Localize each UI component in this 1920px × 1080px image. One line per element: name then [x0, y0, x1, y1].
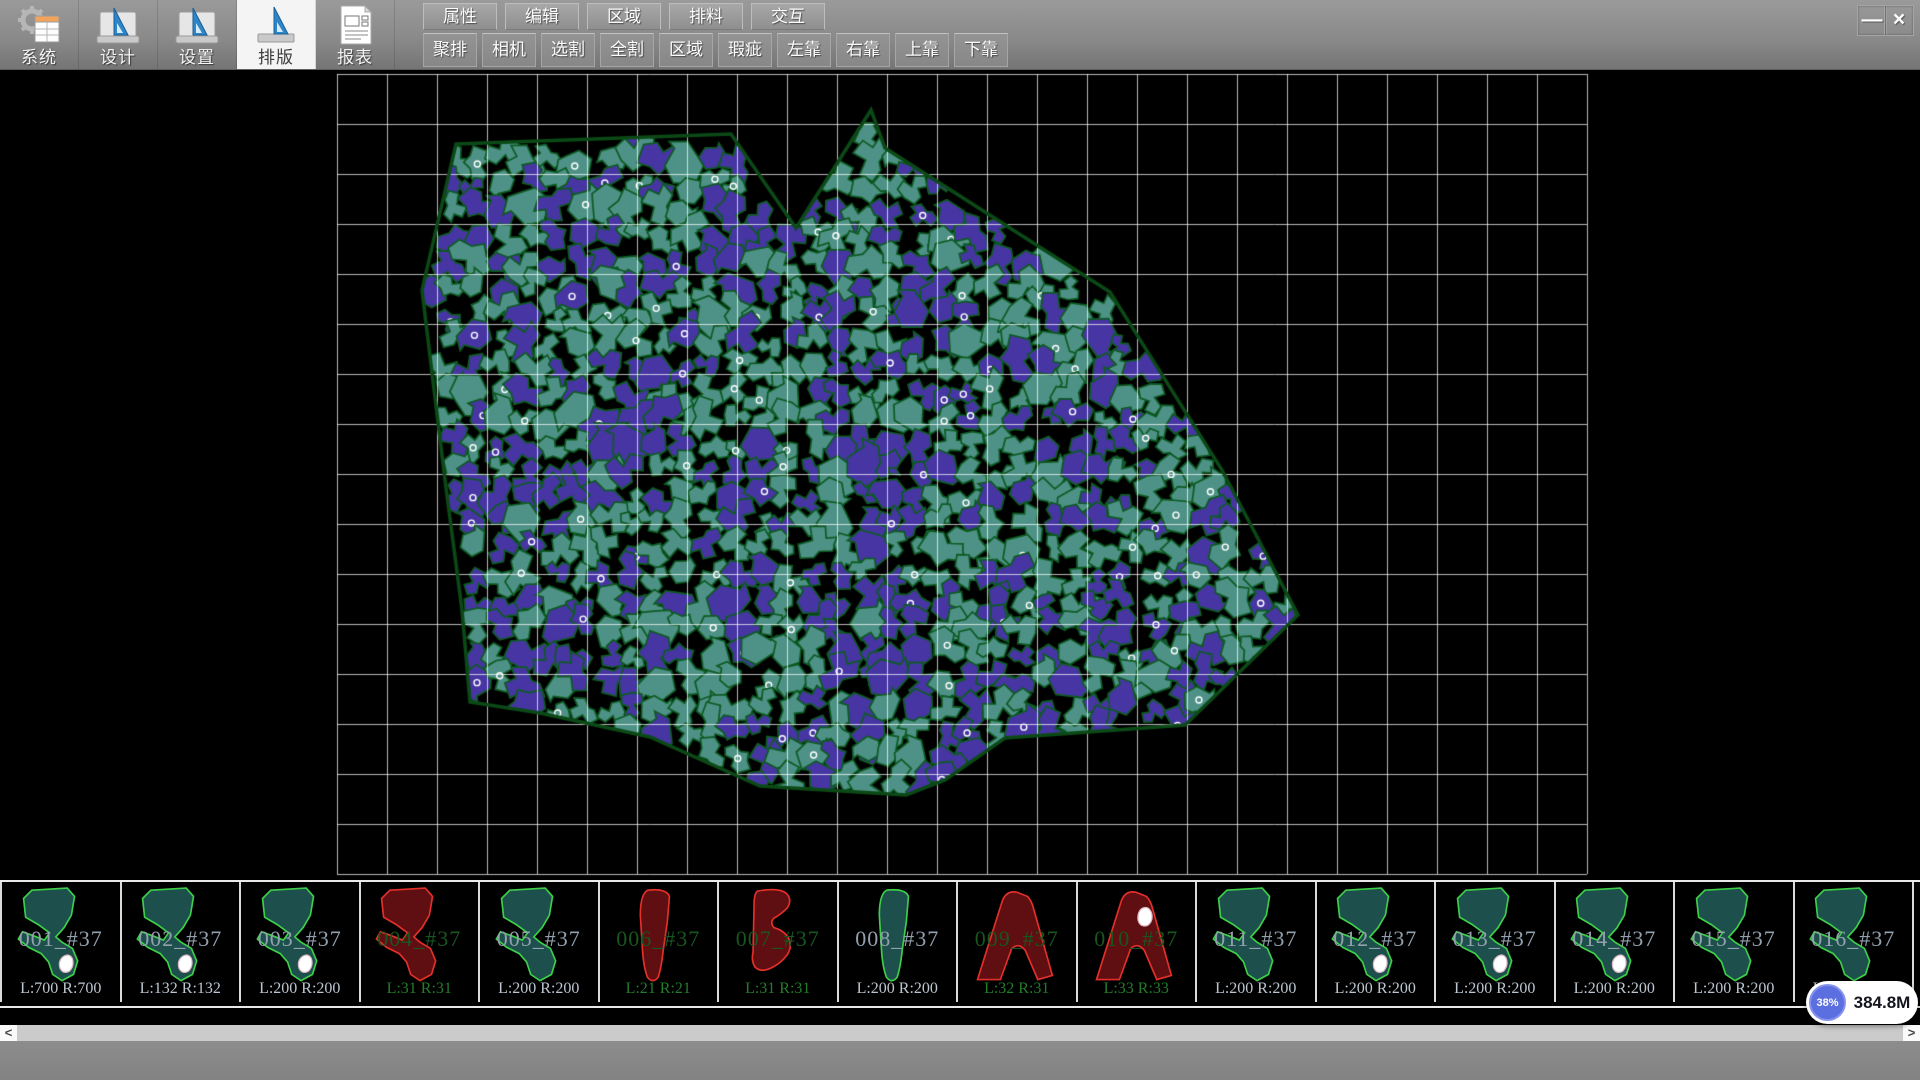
part-lr-count: L:200 R:200 — [241, 980, 359, 998]
toolbar: 系统 设计 设置 排版 — [0, 0, 1920, 70]
memory-usage-badge[interactable]: 38% 384.8M — [1806, 981, 1918, 1024]
close-button[interactable]: × — [1884, 5, 1914, 36]
part-lr-count: L:200 R:200 — [480, 980, 598, 998]
part-lr-count: L:132 R:132 — [122, 980, 240, 998]
part-id: 014_#37 — [1556, 926, 1674, 952]
tool-cluster-nest[interactable]: 聚排 — [423, 33, 477, 67]
part-id: 006_#37 — [600, 926, 718, 952]
scroll-left-arrow-icon[interactable]: < — [0, 1025, 17, 1041]
design-ruler-icon — [94, 4, 142, 48]
report-doc-icon — [331, 4, 379, 48]
scroll-right-arrow-icon[interactable]: > — [1903, 1025, 1920, 1041]
part-thumbnail-partial[interactable] — [1912, 882, 1918, 1002]
part-id: 010_#37 — [1078, 926, 1196, 952]
part-lr-count: L:200 R:200 — [1675, 980, 1793, 998]
part-thumbnail[interactable]: 012_#37 L:200 R:200 — [1315, 882, 1435, 1002]
part-thumbnail[interactable]: 015_#37 L:200 R:200 — [1673, 882, 1793, 1002]
part-lr-count: L:32 R:31 — [958, 980, 1076, 998]
part-thumbnail[interactable]: 006_#37 L:21 R:21 — [598, 882, 718, 1002]
part-lr-count: L:200 R:200 — [1197, 980, 1315, 998]
gear-table-icon — [15, 4, 63, 48]
nav-report-label: 报表 — [316, 43, 394, 68]
part-id: 012_#37 — [1317, 926, 1435, 952]
part-thumbnail[interactable]: 003_#37 L:200 R:200 — [239, 882, 359, 1002]
part-lr-count: L:31 R:31 — [361, 980, 479, 998]
percent-circle: 38% — [1809, 984, 1846, 1021]
tool-cut-all[interactable]: 全割 — [600, 33, 654, 67]
menu-region[interactable]: 区域 — [587, 3, 661, 30]
nesting-canvas[interactable] — [0, 69, 1920, 880]
part-thumbnail[interactable]: 008_#37 L:200 R:200 — [837, 882, 957, 1002]
part-id: 011_#37 — [1197, 926, 1315, 952]
nav-design-button[interactable]: 设计 — [79, 0, 158, 69]
tool-align-left[interactable]: 左靠 — [777, 33, 831, 67]
part-lr-count: L:21 R:21 — [600, 980, 718, 998]
minimize-button[interactable]: — — [1857, 5, 1887, 36]
menu-row-2: 聚排 相机 选割 全割 区域 瑕疵 左靠 右靠 上靠 下靠 — [423, 33, 1008, 67]
nav-system-button[interactable]: 系统 — [0, 0, 79, 69]
part-id: 015_#37 — [1675, 926, 1793, 952]
part-lr-count: L:200 R:200 — [1436, 980, 1554, 998]
part-thumbnail[interactable]: 002_#37 L:132 R:132 — [120, 882, 240, 1002]
part-id: 013_#37 — [1436, 926, 1554, 952]
part-id: 008_#37 — [839, 926, 957, 952]
part-id: 007_#37 — [719, 926, 837, 952]
part-id: 001_#37 — [2, 926, 120, 952]
menu-properties[interactable]: 属性 — [423, 3, 497, 30]
menu-edit[interactable]: 编辑 — [505, 3, 579, 30]
tool-align-bottom[interactable]: 下靠 — [954, 33, 1008, 67]
part-id: 002_#37 — [122, 926, 240, 952]
part-id: 016_#37 — [1795, 926, 1913, 952]
part-id: 003_#37 — [241, 926, 359, 952]
tool-select-cut[interactable]: 选割 — [541, 33, 595, 67]
part-id: 005_#37 — [480, 926, 598, 952]
menu-row-1: 属性 编辑 区域 排料 交互 — [423, 3, 825, 30]
part-thumbnail[interactable]: 011_#37 L:200 R:200 — [1195, 882, 1315, 1002]
part-id: 009_#37 — [958, 926, 1076, 952]
part-lr-count: L:200 R:200 — [839, 980, 957, 998]
part-lr-count: L:200 R:200 — [1317, 980, 1435, 998]
parts-thumbnail-strip: 001_#37 L:700 R:700 002_#37 L:132 R:132 … — [0, 880, 1920, 1008]
tool-camera[interactable]: 相机 — [482, 33, 536, 67]
part-thumbnail[interactable]: 005_#37 L:200 R:200 — [478, 882, 598, 1002]
part-thumbnail[interactable]: 013_#37 L:200 R:200 — [1434, 882, 1554, 1002]
part-lr-count: L:200 R:200 — [1556, 980, 1674, 998]
menu-interaction[interactable]: 交互 — [751, 3, 825, 30]
memory-value: 384.8M — [1846, 993, 1918, 1013]
tool-zone[interactable]: 区域 — [659, 33, 713, 67]
part-thumbnail[interactable]: 009_#37 L:32 R:31 — [956, 882, 1076, 1002]
nesting-ruler-icon — [252, 4, 300, 48]
part-id: 004_#37 — [361, 926, 479, 952]
status-bar — [0, 1041, 1920, 1080]
part-thumbnail[interactable]: 001_#37 L:700 R:700 — [0, 882, 120, 1002]
part-lr-count: L:700 R:700 — [2, 980, 120, 998]
settings-ruler-icon — [173, 4, 221, 48]
tool-defect[interactable]: 瑕疵 — [718, 33, 772, 67]
part-thumbnail[interactable]: 004_#37 L:31 R:31 — [359, 882, 479, 1002]
nav-design-label: 设计 — [79, 43, 157, 68]
menu-nesting[interactable]: 排料 — [669, 3, 743, 30]
nav-report-button[interactable]: 报表 — [316, 0, 395, 69]
nav-nesting-button[interactable]: 排版 — [237, 0, 316, 69]
tool-align-top[interactable]: 上靠 — [895, 33, 949, 67]
part-thumbnail[interactable]: 014_#37 L:200 R:200 — [1554, 882, 1674, 1002]
part-thumbnail[interactable]: 007_#37 L:31 R:31 — [717, 882, 837, 1002]
nav-system-label: 系统 — [0, 43, 78, 68]
nav-settings-label: 设置 — [158, 43, 236, 68]
horizontal-scrollbar[interactable]: < > — [0, 1025, 1920, 1041]
part-thumbnail[interactable]: 010_#37 L:33 R:33 — [1076, 882, 1196, 1002]
part-lr-count: L:31 R:31 — [719, 980, 837, 998]
nav-settings-button[interactable]: 设置 — [158, 0, 237, 69]
part-lr-count: L:33 R:33 — [1078, 980, 1196, 998]
tool-align-right[interactable]: 右靠 — [836, 33, 890, 67]
nav-nesting-label: 排版 — [237, 43, 315, 68]
